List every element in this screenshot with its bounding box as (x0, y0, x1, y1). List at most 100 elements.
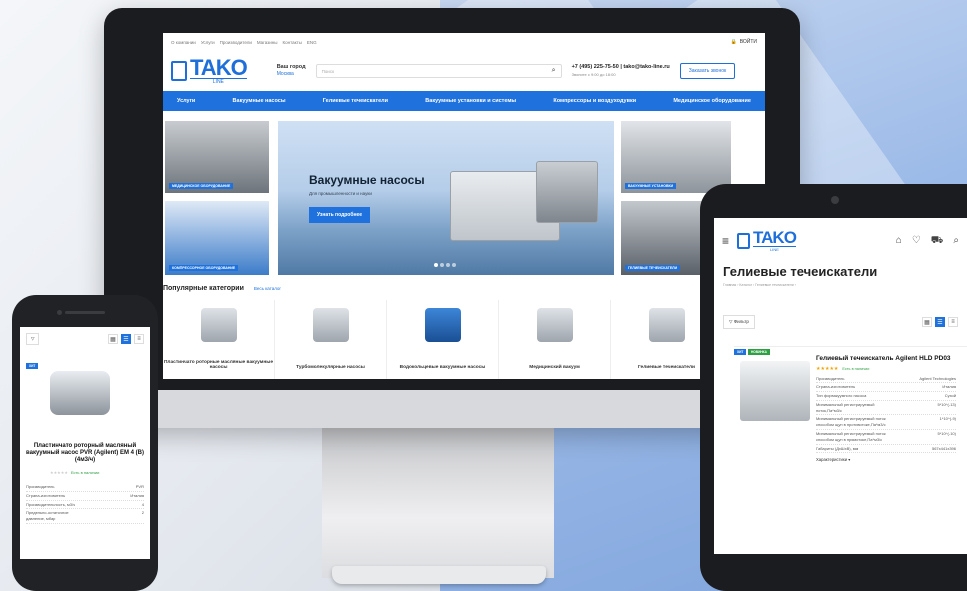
topbar-link[interactable]: Контакты (282, 40, 301, 45)
heart-icon[interactable]: ♡ (912, 235, 921, 248)
topbar-link[interactable]: О компании (171, 40, 196, 45)
tablet-screen: ≡ TAKO LINE ⌂ ♡ ⛟ ⌕ Гелиевые течеискател… (714, 218, 967, 554)
phone-toolbar: ▽ ▦ ☰ ≡ (20, 327, 150, 351)
grid-view-icon[interactable]: ▦ (108, 334, 118, 344)
category-image (313, 308, 349, 342)
lock-icon: 🔒 (730, 39, 737, 45)
site-header: TAKO LINE Ваш город Москва Поиск ⌕ +7 (4… (163, 51, 765, 91)
spec-key: Минимальный регистрируемый поток способо… (816, 416, 886, 428)
specs-toggle[interactable]: Характеристики ▾ (816, 457, 956, 462)
hit-badge: ХИТ (734, 349, 747, 355)
banner-medical[interactable]: МЕДИЦИНСКОЕ ОБОРУДОВАНИЕ (165, 121, 269, 193)
product-title[interactable]: Пластинчато роторный масляный вакуумный … (26, 443, 144, 464)
filter-icon[interactable]: ▽ (26, 333, 40, 345)
nav-item[interactable]: Гелиевые течеискатели (323, 98, 388, 104)
product-image[interactable] (50, 371, 110, 415)
spec-value: 567х441х396 (931, 445, 956, 451)
category-label: Пластинчато роторные масляные вакуумные … (163, 360, 273, 370)
nav-item[interactable]: Вакуумные установки и системы (425, 98, 516, 104)
page-title: Гелиевые течеискатели (723, 264, 878, 279)
spec-row: Минимальный регистрируемый поток способо… (816, 415, 956, 431)
filter-button[interactable]: ▽ Фильтр (723, 315, 755, 329)
category-label: Водокольцевые вакуумные насосы (399, 365, 486, 370)
category-label: Медицинский вакуум (529, 365, 580, 370)
spec-value: 4 (141, 501, 144, 507)
availability: Есть в наличии (70, 470, 100, 475)
category-card[interactable]: Водокольцевые вакуумные насосы (387, 300, 499, 379)
new-badge: НОВИНКА (748, 349, 770, 355)
spec-value: Сухой (944, 393, 956, 399)
logo-icon (171, 61, 187, 81)
header-icons: ⌂ ♡ ⛟ ⌕ (896, 235, 959, 248)
category-card[interactable]: Медицинский вакуум (499, 300, 611, 379)
hero-button[interactable]: Узнать подробнее (309, 207, 371, 223)
table-view-icon[interactable]: ≡ (134, 334, 144, 344)
category-image (201, 308, 237, 342)
breadcrumb[interactable]: Главная › Каталог › Гелиевые течеискател… (714, 279, 967, 291)
phone-camera (57, 310, 62, 315)
view-switcher: ▦ ☰ ≡ (922, 317, 958, 327)
banner-tag: МЕДИЦИНСКОЕ ОБОРУДОВАНИЕ (169, 183, 234, 189)
topbar-link[interactable]: Магазины (257, 40, 278, 45)
banner-tag: КОМПРЕССОРНОЕ ОБОРУДОВАНИЕ (169, 265, 239, 271)
topbar-link[interactable]: Услуги (201, 40, 215, 45)
logo-text: TAKO (190, 54, 248, 80)
logo-icon (737, 233, 751, 249)
city-selector[interactable]: Ваш город Москва (277, 64, 306, 78)
tablet-logo[interactable]: TAKO LINE (737, 229, 797, 252)
category-card[interactable]: Пластинчато роторные масляные вакуумные … (163, 300, 275, 379)
pump-motor-image (536, 161, 598, 223)
search-placeholder: Поиск (321, 68, 335, 74)
cart-icon[interactable]: ⛟ (931, 235, 944, 248)
spec-value: 5*10^(-10) (937, 431, 956, 437)
search-input[interactable]: Поиск ⌕ (315, 64, 562, 78)
contact-phone[interactable]: +7 (495) 225-75-50 | tako@tako-line.ru З… (572, 64, 670, 78)
search-icon[interactable]: ⌕ (953, 235, 959, 248)
site-logo[interactable]: TAKO LINE (171, 54, 248, 85)
catalog-toolbar: ▽ Фильтр ▦ ☰ ≡ (714, 315, 967, 329)
nav-item[interactable]: Компрессоры и воздуходувки (553, 98, 636, 104)
product-title[interactable]: Гелиевый течеискатель Agilent HLD PD03 (816, 355, 956, 363)
spec-row: Габариты (ДхШхВ), мм 567х441х396 (816, 445, 956, 454)
category-label: Гелиевые течеискатели (638, 365, 695, 370)
topbar-link[interactable]: ENG (307, 40, 317, 45)
spec-row: Производительность, м3/ч 4 (26, 501, 144, 510)
banner-vacuum-units[interactable]: ВАКУУМНЫЕ УСТАНОВКИ (621, 121, 731, 193)
login-label: ВОЙТИ (739, 39, 757, 45)
slider-dots[interactable] (434, 263, 456, 267)
list-view-icon[interactable]: ☰ (121, 334, 131, 344)
monitor-stand (322, 428, 554, 578)
lock-icon[interactable]: ⌂ (896, 235, 902, 248)
spec-value: PVR (135, 484, 144, 489)
hit-badge: ХИТ (26, 363, 39, 369)
hero-slider[interactable]: Вакуумные насосы Для промышленности и на… (278, 121, 614, 275)
product-info: Гелиевый течеискатель Agilent HLD PD03 ★… (816, 355, 956, 462)
phone-device: ▽ ▦ ☰ ≡ ХИТ Пластинчато роторный масляны… (12, 295, 158, 591)
list-view-icon[interactable]: ☰ (935, 317, 945, 327)
login-button[interactable]: 🔒 ВОЙТИ (730, 39, 757, 45)
spec-key: Производительность, м3/ч (26, 501, 76, 507)
phone-speaker (65, 311, 105, 314)
nav-item[interactable]: Вакуумные насосы (233, 98, 286, 104)
table-view-icon[interactable]: ≡ (948, 317, 958, 327)
banner-compressor[interactable]: КОМПРЕССОРНОЕ ОБОРУДОВАНИЕ (165, 201, 269, 275)
spec-value: Италия (942, 384, 956, 390)
product-image[interactable] (740, 361, 810, 421)
nav-item[interactable]: Медицинское оборудование (673, 98, 751, 104)
spec-key: Производитель (816, 375, 845, 381)
catalog-link[interactable]: Весь каталог (254, 286, 281, 291)
category-image (649, 308, 685, 342)
callback-button[interactable]: Заказать звонок (679, 63, 736, 79)
category-card[interactable]: Турбомолекулярные насосы (275, 300, 387, 379)
topbar-link[interactable]: Производители (220, 40, 252, 45)
product-card[interactable]: ХИТ НОВИНКА Гелиевый течеискатель Agilen… (734, 346, 967, 546)
category-label: Турбомолекулярные насосы (296, 365, 365, 370)
hero-subtitle: Для промышленности и науки (309, 191, 372, 196)
search-icon[interactable]: ⌕ (552, 67, 556, 75)
spec-value: 5*10^(-13) (937, 401, 956, 407)
menu-icon[interactable]: ≡ (722, 234, 729, 248)
grid-view-icon[interactable]: ▦ (922, 317, 932, 327)
city-value: Москва (276, 71, 294, 77)
rating-stars: ★★★★★ Есть в наличии (816, 366, 956, 372)
nav-item[interactable]: Услуги (177, 98, 195, 104)
